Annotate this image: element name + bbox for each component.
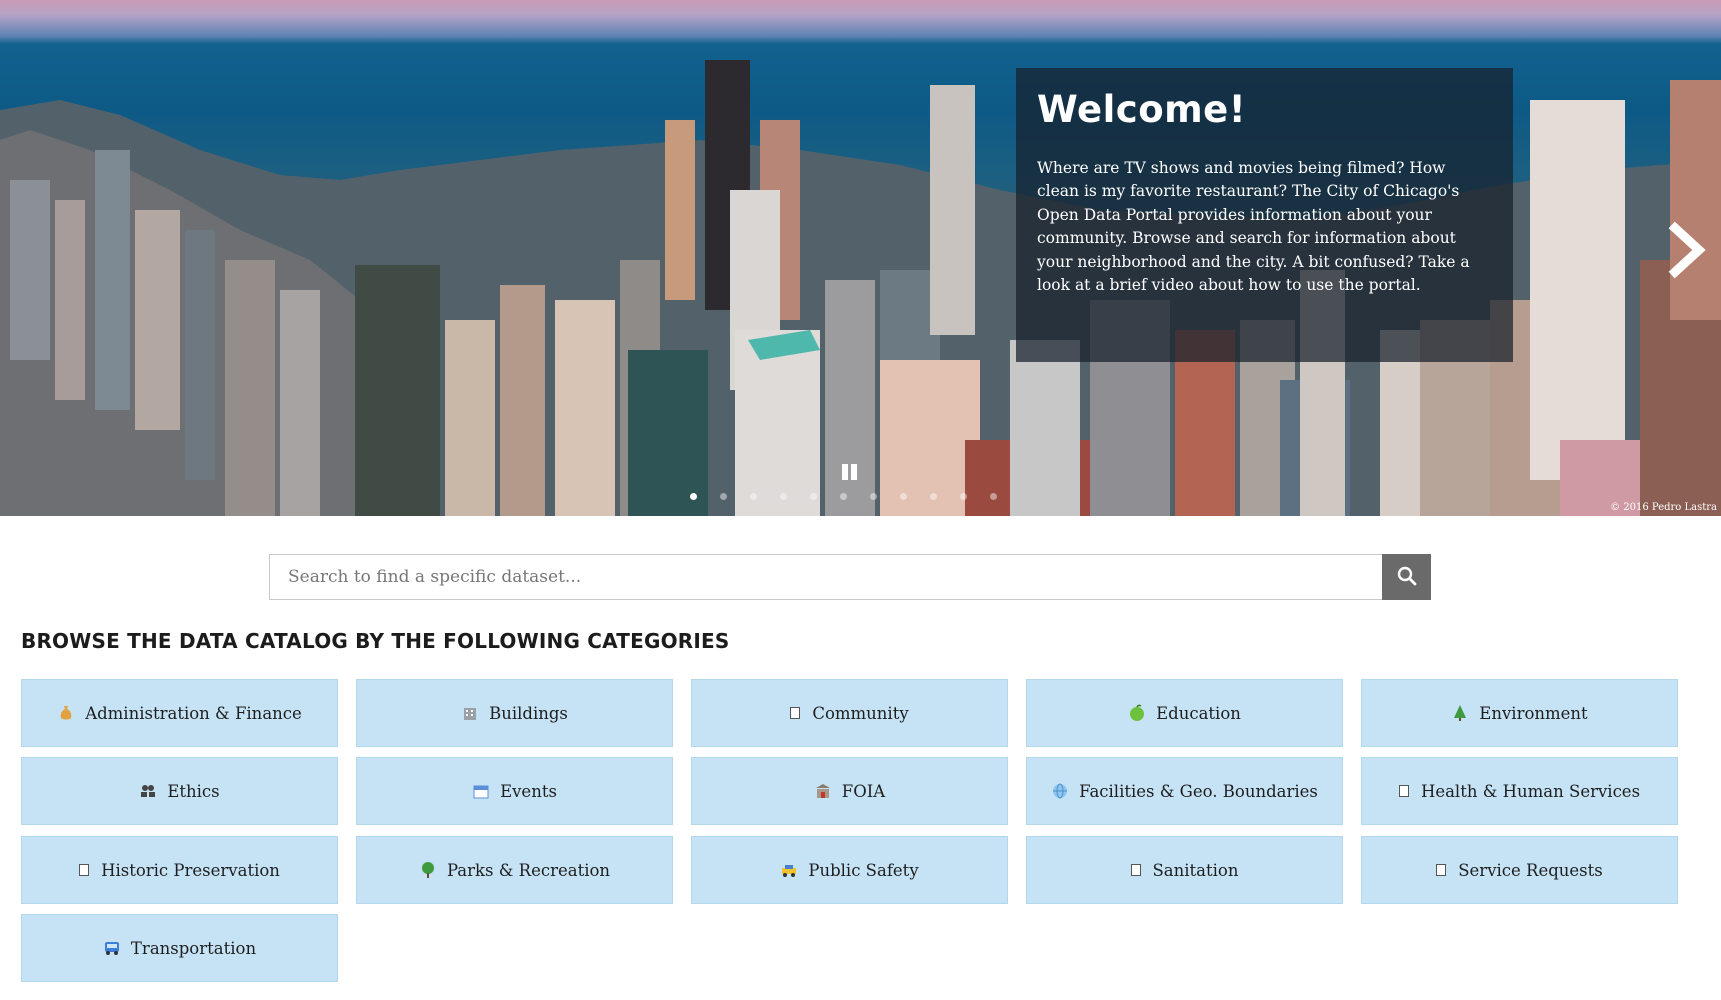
building-icon xyxy=(461,704,479,722)
missing-image-icon xyxy=(1130,864,1141,876)
welcome-title: Welcome! xyxy=(1037,88,1247,131)
globe-icon xyxy=(1051,782,1069,800)
category-administration-finance[interactable]: Administration & Finance xyxy=(21,679,338,747)
category-community[interactable]: Community xyxy=(691,679,1008,747)
category-health-human-services[interactable]: Health & Human Services xyxy=(1361,757,1678,825)
calendar-icon xyxy=(472,782,490,800)
welcome-panel: Welcome! Where are TV shows and movies b… xyxy=(1016,68,1513,362)
category-education[interactable]: Education xyxy=(1026,679,1343,747)
category-label: Education xyxy=(1156,703,1241,723)
carousel-dots xyxy=(690,493,1020,505)
category-service-requests[interactable]: Service Requests xyxy=(1361,836,1678,904)
category-events[interactable]: Events xyxy=(356,757,673,825)
carousel-dot[interactable] xyxy=(960,493,967,500)
missing-image-icon xyxy=(1398,785,1409,797)
category-label: Facilities & Geo. Boundaries xyxy=(1079,781,1318,801)
government-building-icon xyxy=(814,782,832,800)
category-label: Events xyxy=(500,781,557,801)
carousel-dot[interactable] xyxy=(720,493,727,500)
missing-image-icon xyxy=(79,864,90,876)
category-ethics[interactable]: Ethics xyxy=(21,757,338,825)
category-label: Historic Preservation xyxy=(101,860,280,880)
carousel-dot[interactable] xyxy=(870,493,877,500)
hero-carousel: Welcome! Where are TV shows and movies b… xyxy=(0,0,1721,516)
category-facilities-geo-boundaries[interactable]: Facilities & Geo. Boundaries xyxy=(1026,757,1343,825)
category-label: Health & Human Services xyxy=(1420,781,1641,801)
search-button[interactable] xyxy=(1382,554,1431,600)
category-public-safety[interactable]: Public Safety xyxy=(691,836,1008,904)
carousel-dot[interactable] xyxy=(810,493,817,500)
category-label: FOIA xyxy=(841,781,886,801)
carousel-dot[interactable] xyxy=(780,493,787,500)
category-label: Transportation xyxy=(130,938,257,958)
welcome-text: Where are TV shows and movies being film… xyxy=(1037,158,1470,295)
category-label: Parks & Recreation xyxy=(446,860,611,880)
category-buildings[interactable]: Buildings xyxy=(356,679,673,747)
tree-icon xyxy=(419,861,437,879)
carousel-dot[interactable] xyxy=(840,493,847,500)
category-label: Service Requests xyxy=(1458,860,1603,880)
category-foia[interactable]: FOIA xyxy=(691,757,1008,825)
apple-icon xyxy=(1128,704,1146,722)
missing-image-icon xyxy=(1436,864,1447,876)
chevron-right-icon[interactable] xyxy=(1667,220,1707,280)
pause-icon[interactable] xyxy=(840,462,860,482)
carousel-dot[interactable] xyxy=(930,493,937,500)
carousel-dot[interactable] xyxy=(990,493,997,500)
search-bar xyxy=(269,554,1431,600)
browse-title: BROWSE THE DATA CATALOG BY THE FOLLOWING… xyxy=(21,629,730,653)
category-label: Buildings xyxy=(489,703,568,723)
category-label: Community xyxy=(812,703,909,723)
category-label: Ethics xyxy=(167,781,220,801)
police-car-icon xyxy=(780,861,798,879)
photo-credit: © 2016 Pedro Lastra xyxy=(1610,502,1717,513)
missing-image-icon xyxy=(790,707,801,719)
people-icon xyxy=(139,782,157,800)
category-label: Environment xyxy=(1479,703,1588,723)
money-bag-icon xyxy=(57,704,75,722)
category-label: Public Safety xyxy=(808,860,919,880)
category-parks-recreation[interactable]: Parks & Recreation xyxy=(356,836,673,904)
category-sanitation[interactable]: Sanitation xyxy=(1026,836,1343,904)
category-historic-preservation[interactable]: Historic Preservation xyxy=(21,836,338,904)
bus-icon xyxy=(103,939,121,957)
search-input[interactable] xyxy=(269,554,1382,600)
tree-icon xyxy=(1451,704,1469,722)
category-transportation[interactable]: Transportation xyxy=(21,914,338,982)
carousel-dot[interactable] xyxy=(900,493,907,500)
category-label: Administration & Finance xyxy=(85,703,302,723)
category-label: Sanitation xyxy=(1152,860,1239,880)
category-environment[interactable]: Environment xyxy=(1361,679,1678,747)
search-icon xyxy=(1397,566,1417,589)
carousel-dot[interactable] xyxy=(690,493,697,500)
carousel-dot[interactable] xyxy=(750,493,757,500)
